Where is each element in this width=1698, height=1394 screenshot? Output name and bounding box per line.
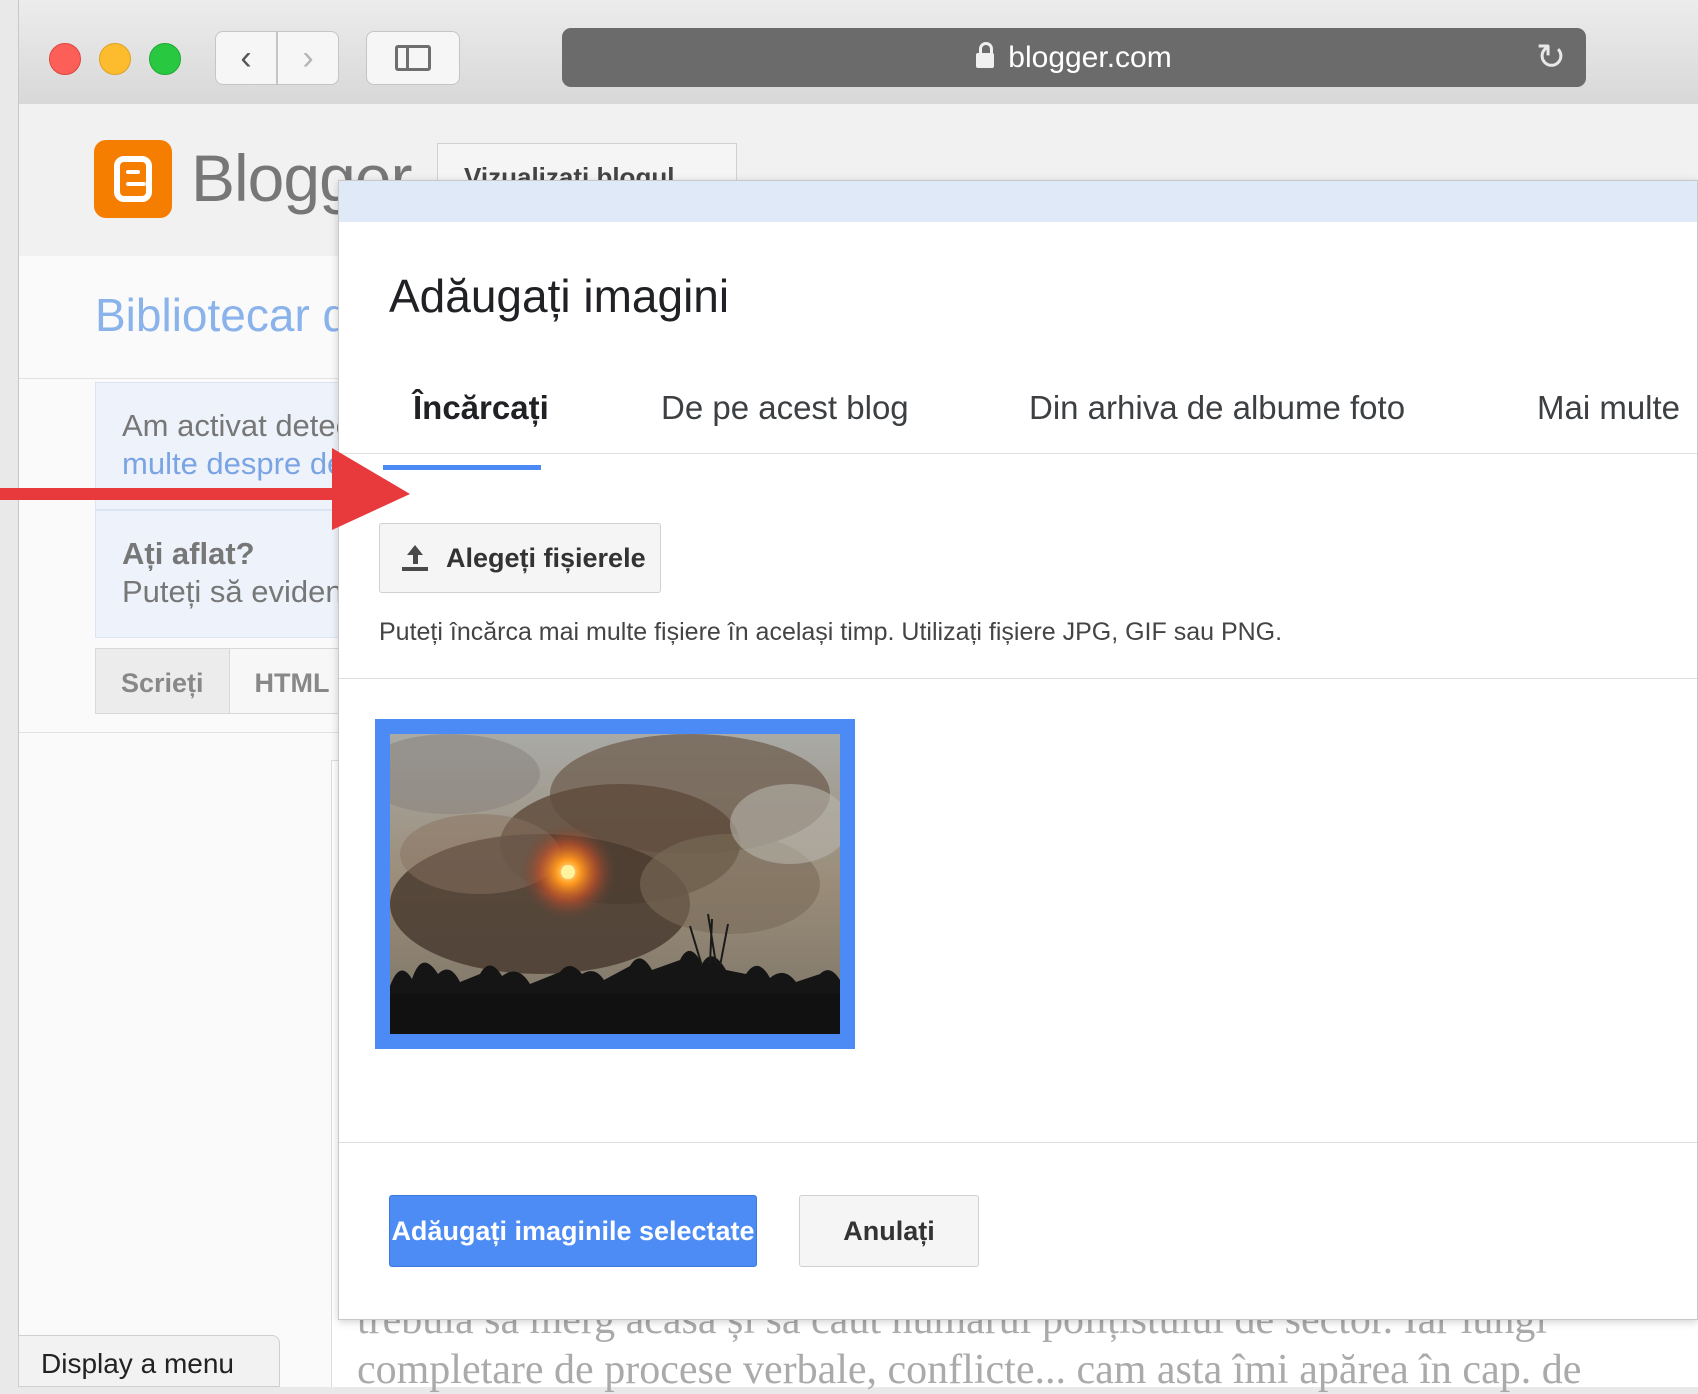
choose-files-label: Alegeți fișierele [446,542,646,573]
blogger-logo-icon[interactable] [94,140,172,218]
tab-from-this-blog[interactable]: De pe acest blog [661,371,909,453]
cancel-button[interactable]: Anulați [799,1195,979,1267]
tab-upload[interactable]: Încărcați [413,371,549,453]
back-button[interactable]: ‹ [215,31,277,85]
address-bar[interactable]: blogger.com ↻ [562,28,1586,87]
status-bar: Display a menu [18,1335,280,1387]
add-selected-images-button[interactable]: Adăugați imaginile selectate [389,1195,757,1267]
divider [339,1142,1697,1143]
close-window-button[interactable] [49,43,81,75]
browser-toolbar: ‹ › blogger.com ↻ [19,0,1698,105]
dialog-tabs: Încărcați De pe acest blog Din arhiva de… [339,371,1697,454]
minimize-window-button[interactable] [99,43,131,75]
divider [339,678,1697,679]
dialog-topbar [339,181,1697,222]
tab-html[interactable]: HTML [229,648,356,714]
lock-icon [976,42,995,68]
back-icon: ‹ [240,38,252,77]
sidebar-toggle-button[interactable] [366,31,460,85]
zoom-window-button[interactable] [149,43,181,75]
dialog-title: Adăugați imagini [389,270,730,322]
sidebar-icon [395,45,431,71]
tab-photo-albums[interactable]: Din arhiva de albume foto [1029,371,1405,453]
choose-files-button[interactable]: Alegeți fișierele [379,523,661,593]
upload-help-text: Puteți încărca mai multe fișiere în acel… [379,618,1283,646]
uploaded-photo [390,734,840,1034]
url-text: blogger.com [1008,40,1172,74]
blog-title[interactable]: Bibliotecar de [95,288,374,342]
forward-button[interactable]: › [277,31,339,85]
upload-icon [402,545,428,571]
add-images-dialog: Adăugați imagini Încărcați De pe acest b… [338,180,1698,1320]
reload-icon[interactable]: ↻ [1536,38,1566,76]
tab-compose[interactable]: Scrieți [95,648,230,714]
red-arrow-annotation [0,448,410,530]
tab-more[interactable]: Mai multe [1537,371,1680,453]
forward-icon: › [302,38,314,77]
editor-mode-tabs: Scrieți HTML [95,648,356,714]
selected-image-thumbnail[interactable] [375,719,855,1049]
